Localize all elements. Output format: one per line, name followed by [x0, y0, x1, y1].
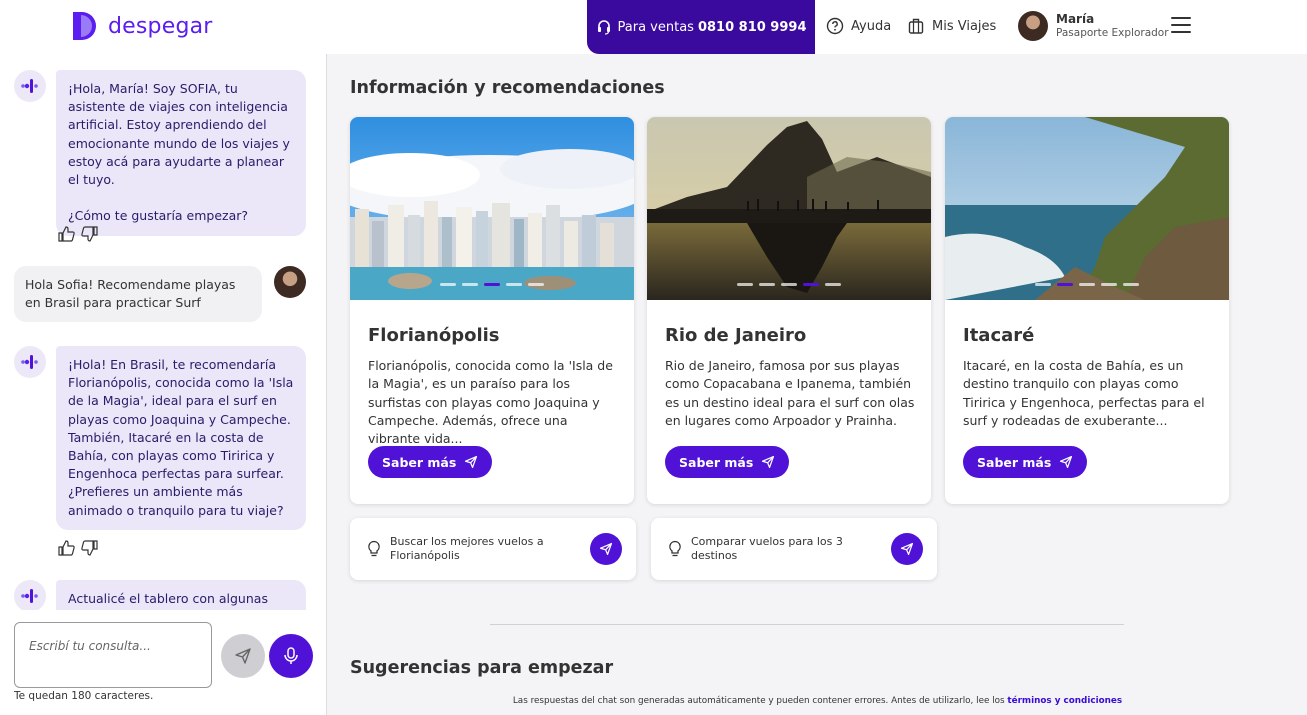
brand-name: despegar — [108, 13, 213, 39]
thumbs-down-icon[interactable] — [81, 226, 98, 242]
help-link[interactable]: Ayuda — [826, 17, 891, 35]
learn-more-label: Saber más — [977, 454, 1052, 470]
suggestion-chip[interactable]: Buscar los mejores vuelos a Florianópoli… — [350, 518, 636, 580]
headset-icon — [597, 20, 610, 35]
suggestion-send-button[interactable] — [891, 533, 923, 565]
suggestion-chip[interactable]: Comparar vuelos para los 3 destinos — [651, 518, 937, 580]
section-divider — [490, 624, 1124, 625]
thumbs-up-icon[interactable] — [58, 226, 75, 242]
suggestion-send-button[interactable] — [590, 533, 622, 565]
logo-mark-icon — [73, 12, 96, 40]
carousel-dots[interactable] — [647, 283, 931, 286]
help-label: Ayuda — [851, 18, 892, 34]
destination-image[interactable] — [945, 117, 1229, 300]
card-title: Rio de Janeiro — [665, 325, 807, 346]
disclaimer-text: Las respuestas del chat son generadas au… — [512, 696, 1005, 706]
user-profile[interactable]: María Pasaporte Explorador — [1018, 11, 1169, 41]
learn-more-button[interactable]: Saber más — [665, 446, 790, 478]
character-counter: Te quedan 180 caracteres. — [14, 690, 154, 702]
section-title-suggestions: Sugerencias para empezar — [350, 658, 614, 678]
card-title: Florianópolis — [368, 325, 500, 346]
chat-panel: ¡Hola, María! Soy SOFIA, tu asistente de… — [0, 54, 327, 715]
card-title: Itacaré — [963, 325, 1035, 346]
send-button[interactable] — [221, 634, 265, 678]
card-description: Itacaré, en la costa de Bahía, es un des… — [963, 358, 1205, 428]
microphone-button[interactable] — [269, 634, 313, 678]
message-feedback — [58, 540, 98, 556]
send-icon — [465, 455, 478, 469]
send-icon — [599, 542, 613, 556]
user-avatar — [1018, 11, 1048, 41]
learn-more-button[interactable]: Saber más — [368, 446, 493, 478]
learn-more-label: Saber más — [382, 454, 457, 470]
learn-more-button[interactable]: Saber más — [963, 446, 1088, 478]
thumbs-up-icon[interactable] — [58, 540, 75, 556]
hamburger-menu-icon[interactable] — [1171, 17, 1191, 33]
sales-phone-number: 0810 810 9994 — [697, 19, 807, 35]
chat-composer: Escribí tu consulta... Te quedan 180 car… — [0, 610, 326, 715]
carousel-dots[interactable] — [945, 283, 1229, 286]
bot-message: ¡Hola! En Brasil, te recomendaría Floria… — [56, 346, 306, 530]
microphone-icon — [284, 647, 298, 664]
send-icon — [900, 542, 914, 556]
sofia-bot-icon — [14, 346, 46, 378]
destination-image[interactable] — [647, 117, 931, 300]
main-dashboard: Información y recomendaciones Florianópo… — [328, 54, 1307, 715]
send-icon — [235, 648, 251, 664]
lightbulb-icon — [669, 540, 681, 557]
destination-card[interactable]: Itacaré Itacaré, en la costa de Bahía, e… — [945, 117, 1229, 504]
help-circle-icon — [826, 17, 844, 35]
despegar-logo[interactable]: despegar — [71, 11, 213, 41]
sofia-bot-icon — [14, 580, 46, 612]
user-tier: Pasaporte Explorador — [1056, 27, 1169, 39]
destination-card[interactable]: Rio de Janeiro Rio de Janeiro, famosa po… — [647, 117, 931, 504]
disclaimer: Las respuestas del chat son generadas au… — [328, 696, 1307, 706]
sales-label: Para ventas — [617, 19, 694, 35]
bot-message: ¡Hola, María! Soy SOFIA, tu asistente de… — [56, 70, 306, 236]
user-info: María Pasaporte Explorador — [1056, 12, 1169, 40]
carousel-dots[interactable] — [350, 283, 634, 286]
card-description: Florianópolis, conocida como la 'Isla de… — [368, 358, 613, 447]
section-title: Información y recomendaciones — [350, 78, 665, 98]
my-trips-label: Mis Viajes — [932, 18, 997, 34]
sofia-bot-icon — [14, 70, 46, 102]
thumbs-down-icon[interactable] — [81, 540, 98, 556]
user-name: María — [1056, 12, 1095, 26]
send-icon — [762, 455, 775, 469]
message-feedback — [58, 226, 98, 242]
luggage-icon — [908, 18, 924, 34]
destination-image[interactable] — [350, 117, 634, 300]
sales-phone-banner[interactable]: Para ventas 0810 810 9994 — [587, 0, 815, 54]
top-header: despegar Para ventas 0810 810 9994 Ayuda… — [0, 0, 1307, 54]
learn-more-label: Saber más — [679, 454, 754, 470]
destination-card[interactable]: Florianópolis Florianópolis, conocida co… — [350, 117, 634, 504]
user-message: Hola Sofia! Recomendame playas en Brasil… — [14, 266, 262, 323]
suggestion-text: Buscar los mejores vuelos a Florianópoli… — [390, 535, 544, 562]
user-chat-avatar — [274, 266, 306, 298]
suggestion-text: Comparar vuelos para los 3 destinos — [691, 535, 843, 562]
chat-input[interactable]: Escribí tu consulta... — [14, 622, 212, 688]
my-trips-link[interactable]: Mis Viajes — [907, 17, 996, 35]
send-icon — [1060, 455, 1073, 469]
lightbulb-icon — [368, 540, 380, 557]
terms-link[interactable]: términos y condiciones — [1007, 696, 1122, 706]
card-description: Rio de Janeiro, famosa por sus playas co… — [665, 358, 915, 428]
